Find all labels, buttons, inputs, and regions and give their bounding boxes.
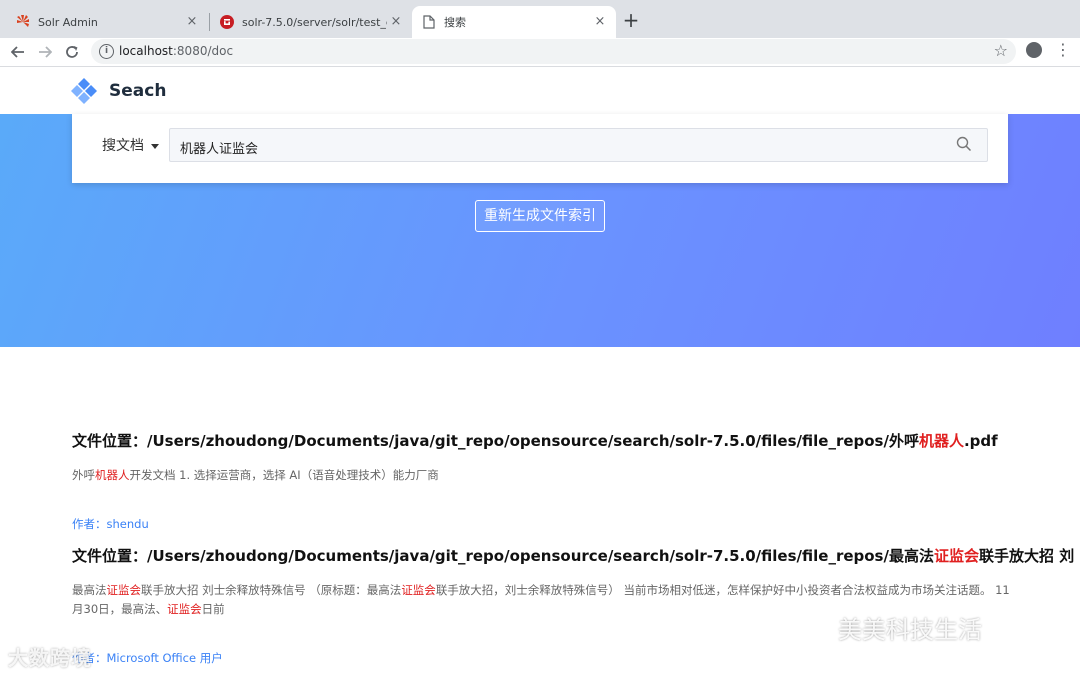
browser-toolbar: i localhost:8080/doc ☆ ⋮: [0, 38, 1080, 67]
menu-kebab-icon[interactable]: ⋮: [1055, 40, 1071, 59]
tab-solr-core[interactable]: solr-7.5.0/server/solr/test_core ×: [210, 6, 412, 38]
bookmark-star-icon[interactable]: ☆: [994, 41, 1008, 60]
profile-avatar-icon[interactable]: [1026, 42, 1042, 58]
close-icon[interactable]: ×: [184, 14, 200, 29]
new-tab-button[interactable]: +: [620, 9, 642, 31]
info-icon[interactable]: i: [99, 44, 114, 59]
gitee-icon: [220, 15, 234, 29]
result-author[interactable]: 作者：Microsoft Office 用户: [72, 650, 223, 666]
solr-icon: [16, 15, 30, 29]
tab-label: 搜索: [444, 16, 466, 29]
search-type-dropdown[interactable]: 搜文档: [102, 135, 159, 155]
search-type-label: 搜文档: [102, 138, 144, 154]
brand-title[interactable]: Seach: [109, 81, 166, 101]
result-snippet: 外呼机器人开发文档 1. 选择运营商，选择 AI（语音处理技术）能力厂商: [72, 468, 439, 482]
tab-solr-admin[interactable]: Solr Admin ×: [6, 6, 208, 38]
logo-icon[interactable]: [70, 77, 98, 105]
site-header: Seach: [0, 67, 1080, 114]
tab-label: solr-7.5.0/server/solr/test_core: [242, 15, 387, 29]
reload-icon[interactable]: [62, 42, 82, 62]
document-icon: [422, 15, 436, 29]
tab-label: Solr Admin: [38, 15, 98, 29]
back-icon[interactable]: [8, 42, 28, 62]
result-title[interactable]: 文件位置：/Users/zhoudong/Documents/java/git_…: [72, 545, 1074, 566]
close-icon[interactable]: ×: [592, 14, 608, 29]
watermark-left: 大数跨境: [8, 646, 92, 670]
forward-icon[interactable]: [35, 42, 55, 62]
search-input[interactable]: 机器人证监会: [169, 128, 988, 162]
address-bar[interactable]: i localhost:8080/doc ☆: [91, 39, 1016, 64]
browser-tab-strip: Solr Admin × solr-7.5.0/server/solr/test…: [0, 0, 1080, 38]
close-icon[interactable]: ×: [388, 14, 404, 29]
search-card: 搜文档 机器人证监会: [72, 114, 1008, 183]
watermark-right: 美美科技生活: [838, 616, 982, 644]
result-title[interactable]: 文件位置：/Users/zhoudong/Documents/java/git_…: [72, 430, 998, 451]
rebuild-index-button[interactable]: 重新生成文件索引: [475, 200, 605, 232]
tab-search[interactable]: 搜索 ×: [412, 6, 616, 38]
search-icon[interactable]: [956, 136, 972, 152]
caret-down-icon: [151, 143, 159, 149]
url-text: localhost:8080/doc: [119, 44, 234, 58]
result-author[interactable]: 作者：shendu: [72, 516, 149, 532]
